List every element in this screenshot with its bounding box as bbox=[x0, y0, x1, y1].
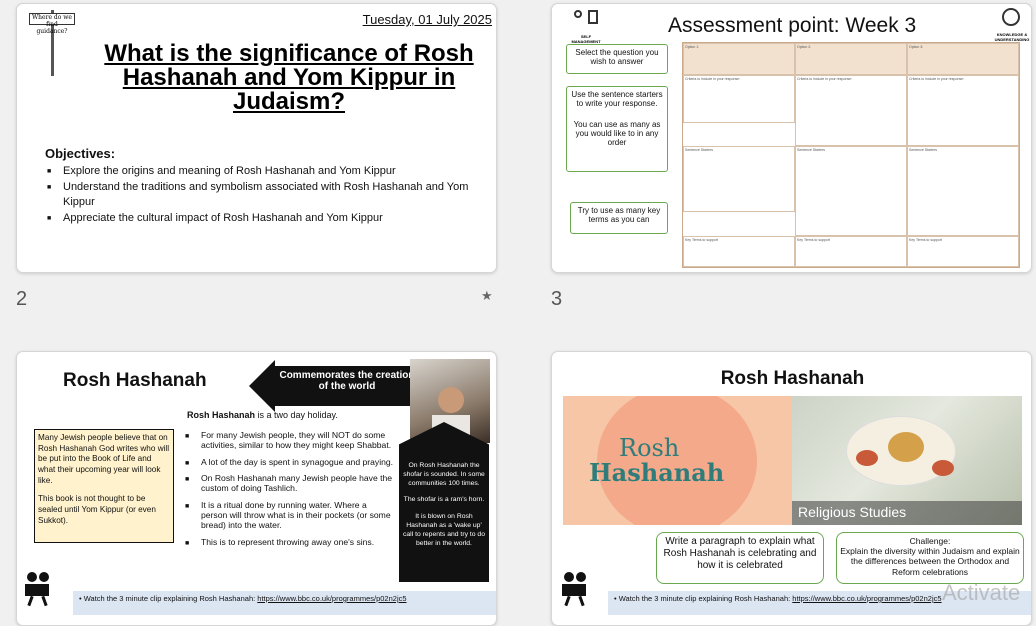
bullet-item: A lot of the day is spent in synagogue a… bbox=[185, 457, 395, 469]
video-camera-icon bbox=[25, 572, 55, 607]
table-header-cell: Option 2: bbox=[795, 43, 907, 75]
objectives-heading: Objectives: bbox=[45, 146, 116, 161]
slide-title: Rosh Hashanah bbox=[720, 368, 865, 389]
bullet-item: For many Jewish people, they will NOT do… bbox=[185, 430, 395, 451]
callout-key-terms: Try to use as many key terms as you can bbox=[570, 202, 668, 234]
rosh-bullets: For many Jewish people, they will NOT do… bbox=[185, 430, 395, 549]
table-header-cell: Option 3: bbox=[907, 43, 1019, 75]
transition-star-icon[interactable]: ★ bbox=[481, 288, 493, 304]
table-cell: Key Terms to support bbox=[795, 235, 907, 267]
table-header-cell: Option 1: bbox=[683, 43, 795, 75]
intro-text: Rosh Hashanah is a two day holiday. bbox=[187, 410, 338, 420]
slide-title: What is the significance of Rosh Hashana… bbox=[104, 40, 474, 115]
table-cell: Key Terms to support bbox=[907, 235, 1019, 267]
callout-sentence-starters: Use the sentence starters to write your … bbox=[566, 86, 668, 172]
bullet-item: On Rosh Hashanah many Jewish people have… bbox=[185, 473, 395, 494]
table-cell: Sentence Starters bbox=[795, 146, 907, 236]
slide-2-thumbnail[interactable]: Where do we find guidance? Tuesday, 01 J… bbox=[16, 3, 497, 273]
book-of-life-box: Many Jewish people believe that on Rosh … bbox=[34, 429, 174, 543]
bullet-item: This is to represent throwing away one's… bbox=[185, 537, 395, 549]
slide-number: 3 bbox=[551, 288, 563, 310]
slide-date: Tuesday, 01 July 2025 bbox=[362, 12, 492, 27]
callout-select-question: Select the question you wish to answer bbox=[566, 44, 668, 74]
table-cell: Criteria to include in your response: bbox=[795, 74, 907, 146]
bullet-item: It is a ritual done by running water. Wh… bbox=[185, 500, 395, 531]
table-cell: Criteria to include in your response: bbox=[683, 74, 795, 123]
signpost-image: Where do we find guidance? bbox=[27, 10, 79, 76]
watch-bar: • Watch the 3 minute clip explaining Ros… bbox=[73, 591, 496, 615]
knowledge-icon: KNOWLEDGE & UNDERSTANDING bbox=[992, 6, 1031, 44]
slide-number: 2 bbox=[16, 288, 28, 310]
bbc-link[interactable]: https://www.bbc.co.uk/programmes/p02n2jc… bbox=[257, 594, 406, 603]
table-cell: Key Terms to support bbox=[683, 235, 795, 267]
objectives-list: Explore the origins and meaning of Rosh … bbox=[47, 164, 487, 225]
bbc-link[interactable]: https://www.bbc.co.uk/programmes/p02n2jc… bbox=[792, 594, 941, 603]
slide-title: Rosh Hashanah bbox=[63, 370, 207, 391]
activate-watermark: Activate bbox=[942, 580, 1021, 605]
self-management-icon: SELF MANAGEMENT bbox=[566, 8, 606, 44]
objective-item: Appreciate the cultural impact of Rosh H… bbox=[47, 211, 487, 225]
assessment-table: Option 1: Option 2: Option 3: Criteria t… bbox=[682, 42, 1020, 268]
objective-item: Explore the origins and meaning of Rosh … bbox=[47, 164, 487, 178]
shofar-box: On Rosh Hashanah the shofar is sounded. … bbox=[399, 422, 489, 582]
arrow-callout: Commemorates the creation of the world bbox=[249, 360, 419, 412]
table-cell: Sentence Starters bbox=[907, 146, 1019, 236]
objective-item: Understand the traditions and symbolism … bbox=[47, 180, 487, 209]
table-cell: Criteria to include in your response: bbox=[907, 74, 1019, 146]
table-cell: Sentence Starters bbox=[683, 146, 795, 212]
slide-title: Assessment point: Week 3 bbox=[668, 14, 917, 37]
slide-4-thumbnail[interactable]: Rosh Hashanah Commemorates the creation … bbox=[16, 351, 497, 626]
video-thumbnail[interactable]: Rosh Hashanah B B C Religious Studies bbox=[563, 396, 1022, 525]
slide-5-thumbnail[interactable]: Rosh Hashanah Rosh Hashanah B B C Religi… bbox=[551, 351, 1032, 626]
task-box: Write a paragraph to explain what Rosh H… bbox=[656, 532, 824, 584]
video-camera-icon bbox=[562, 572, 592, 607]
challenge-box: Challenge: Explain the diversity within … bbox=[836, 532, 1024, 584]
